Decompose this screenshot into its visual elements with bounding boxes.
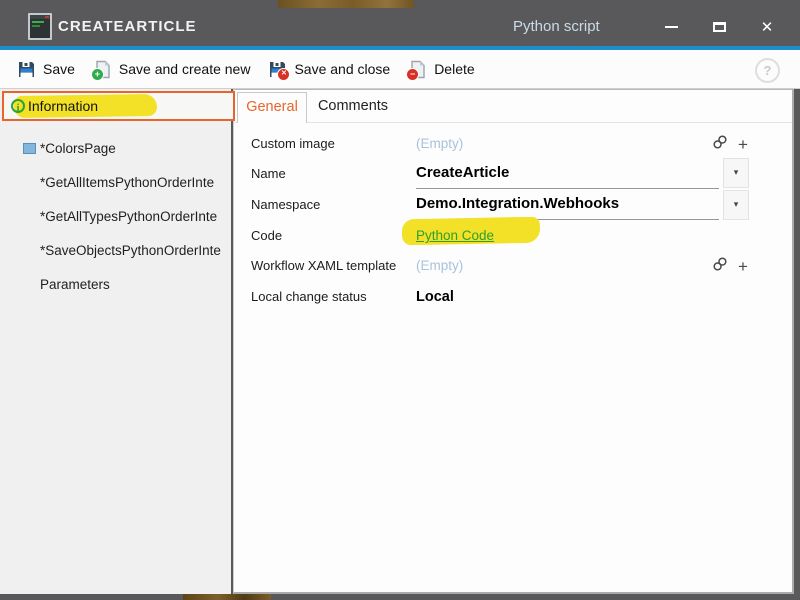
workflow-xaml-template-value[interactable]: (Empty) <box>416 251 463 281</box>
sidebar-item-label: *SaveObjectsPythonOrderInte <box>40 236 221 266</box>
sidebar-item-label: Parameters <box>40 270 110 300</box>
titlebar: CREATEARTICLE Python script ✕ <box>0 8 800 46</box>
sidebar-item-information-selected[interactable]: i Information <box>2 91 235 121</box>
sidebar-item-getallitems[interactable]: *GetAllItemsPythonOrderInte <box>0 168 231 198</box>
add-icon[interactable]: + <box>738 136 748 153</box>
custom-image-value[interactable]: (Empty) <box>416 129 463 159</box>
save-and-close-label: Save and close <box>294 61 390 77</box>
namespace-dropdown-button[interactable]: ▾ <box>723 190 749 220</box>
desktop-background-bottom <box>183 594 271 600</box>
close-button[interactable]: ✕ <box>750 8 784 46</box>
sidebar-tree: *ColorsPage *GetAllItemsPythonOrderInte … <box>0 89 231 594</box>
namespace-label: Namespace <box>251 190 320 220</box>
workflow-xaml-template-actions: + <box>712 251 772 281</box>
tab-comments[interactable]: Comments <box>310 92 396 123</box>
delete-button[interactable]: − Delete <box>399 54 483 84</box>
save-and-close-icon: ✕ <box>268 60 287 79</box>
sidebar-item-colorspage[interactable]: *ColorsPage <box>0 134 231 164</box>
custom-image-label: Custom image <box>251 129 335 159</box>
save-and-create-new-button[interactable]: + Save and create new <box>84 54 260 84</box>
minimize-icon <box>665 26 678 28</box>
name-field[interactable]: CreateArticle <box>416 158 719 189</box>
close-icon: ✕ <box>761 18 774 36</box>
app-icon-code-line <box>32 25 40 27</box>
help-button[interactable]: ? <box>755 58 780 83</box>
close-badge-icon: ✕ <box>277 68 290 81</box>
add-icon[interactable]: + <box>738 258 748 275</box>
name-label: Name <box>251 159 286 189</box>
save-and-close-button[interactable]: ✕ Save and close <box>259 54 399 84</box>
workflow-xaml-template-label: Workflow XAML template <box>251 251 396 281</box>
minus-badge-icon: − <box>406 68 419 81</box>
link-icon[interactable] <box>712 256 728 277</box>
local-change-status-label: Local change status <box>251 282 367 312</box>
minimize-button[interactable] <box>654 8 688 46</box>
window-title: CREATEARTICLE <box>58 8 197 46</box>
save-and-create-new-label: Save and create new <box>119 61 251 77</box>
app-icon <box>28 13 52 40</box>
sidebar-item-label: *GetAllItemsPythonOrderInte <box>40 168 214 198</box>
sidebar-item-label: *ColorsPage <box>40 134 116 164</box>
save-icon <box>17 60 36 79</box>
main-panel: General Comments Custom image (Empty) + … <box>233 89 794 594</box>
save-button[interactable]: Save <box>8 54 84 84</box>
save-button-label: Save <box>43 61 75 77</box>
app-window: CREATEARTICLE Python script ✕ <box>0 8 800 594</box>
app-icon-red-dot <box>45 16 49 18</box>
delete-icon: − <box>408 60 427 79</box>
tab-strip: General Comments <box>234 90 792 123</box>
sidebar-item-parameters[interactable]: Parameters <box>0 270 231 300</box>
save-and-create-new-icon: + <box>93 60 112 79</box>
delete-button-label: Delete <box>434 61 474 77</box>
name-dropdown-button[interactable]: ▾ <box>723 158 749 188</box>
tab-general[interactable]: General <box>237 92 307 123</box>
maximize-button[interactable] <box>702 8 736 46</box>
python-code-link[interactable]: Python Code <box>416 221 494 251</box>
sidebar-item-saveobjects[interactable]: *SaveObjectsPythonOrderInte <box>0 236 231 266</box>
page-icon <box>23 143 36 154</box>
app-icon-code-line <box>32 21 44 23</box>
maximize-icon <box>713 22 726 32</box>
desktop-background-top <box>278 0 414 8</box>
code-label: Code <box>251 221 282 251</box>
sidebar-item-label: Information <box>28 93 98 119</box>
custom-image-actions: + <box>712 129 772 159</box>
window-context-label: Python script <box>513 8 600 46</box>
toolbar: Save + Save and create new <box>0 50 800 89</box>
sidebar-item-label: *GetAllTypesPythonOrderInte <box>40 202 217 232</box>
sidebar-item-getalltypes[interactable]: *GetAllTypesPythonOrderInte <box>0 202 231 232</box>
info-icon: i <box>11 99 25 113</box>
local-change-status-value: Local <box>416 282 454 312</box>
plus-badge-icon: + <box>91 68 104 81</box>
link-icon[interactable] <box>712 134 728 155</box>
screen: CREATEARTICLE Python script ✕ <box>0 0 800 600</box>
namespace-field[interactable]: Demo.Integration.Webhooks <box>416 189 719 220</box>
